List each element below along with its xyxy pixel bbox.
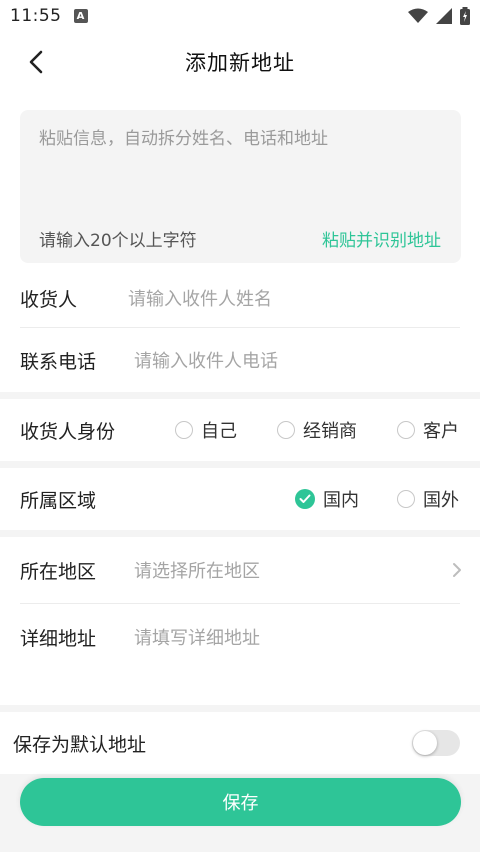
region-option-overseas[interactable]: 国外 — [397, 486, 459, 512]
identity-option-customer[interactable]: 客户 — [397, 417, 459, 443]
region-type-label: 所属区域 — [20, 489, 97, 512]
default-toggle[interactable] — [412, 730, 460, 756]
region-option-label: 国内 — [323, 490, 359, 511]
address-section: 所在地区 请选择所在地区 详细地址 请填写详细地址 — [0, 537, 480, 705]
phone-label: 联系电话 — [20, 350, 97, 373]
status-bar: 11:55 A — [0, 0, 480, 32]
default-row: 保存为默认地址 — [0, 712, 480, 774]
header: 添加新地址 — [0, 32, 480, 92]
detail-label: 详细地址 — [20, 627, 97, 650]
paste-section: 粘贴信息，自动拆分姓名、电话和地址 请输入20个以上字符 粘贴并识别地址 — [0, 92, 480, 270]
back-button[interactable] — [22, 48, 50, 76]
region-option-label: 国外 — [423, 490, 459, 511]
page-title: 添加新地址 — [185, 51, 295, 75]
area-picker[interactable]: 请选择所在地区 — [134, 557, 260, 583]
contact-section: 收货人 请输入收件人姓名 联系电话 请输入收件人电话 — [0, 270, 480, 392]
identity-option-self[interactable]: 自己 — [175, 417, 237, 443]
identity-label: 收货人身份 — [20, 420, 116, 443]
identity-section: 收货人身份 自己 经销商 客户 — [0, 399, 480, 461]
region-type-row: 所属区域 国内 国外 — [0, 468, 480, 530]
radio-unchecked-icon — [397, 490, 415, 508]
paste-hint: 请输入20个以上字符 — [39, 231, 197, 251]
battery-icon — [460, 7, 470, 25]
identity-row: 收货人身份 自己 经销商 客户 — [0, 399, 480, 461]
radio-checked-icon — [295, 489, 315, 509]
radio-unchecked-icon — [397, 421, 415, 439]
area-label: 所在地区 — [20, 560, 97, 583]
area-row[interactable]: 所在地区 请选择所在地区 — [0, 537, 480, 603]
save-button[interactable]: 保存 — [20, 778, 461, 826]
detail-row: 详细地址 请填写详细地址 — [0, 604, 480, 670]
region-option-domestic[interactable]: 国内 — [295, 486, 359, 512]
identity-option-label: 客户 — [423, 421, 459, 442]
region-type-section: 所属区域 国内 国外 — [0, 468, 480, 530]
wifi-icon — [408, 8, 428, 23]
consignee-row: 收货人 请输入收件人姓名 — [0, 270, 480, 326]
radio-unchecked-icon — [175, 421, 193, 439]
toggle-knob — [413, 731, 437, 755]
paste-textarea[interactable]: 粘贴信息，自动拆分姓名、电话和地址 请输入20个以上字符 粘贴并识别地址 — [20, 110, 461, 263]
default-section: 保存为默认地址 — [0, 712, 480, 774]
status-icons — [408, 7, 470, 25]
paste-placeholder: 粘贴信息，自动拆分姓名、电话和地址 — [39, 129, 328, 149]
phone-input[interactable]: 请输入收件人电话 — [134, 347, 278, 373]
status-time: 11:55 — [10, 6, 62, 26]
consignee-label: 收货人 — [20, 288, 78, 311]
check-icon — [299, 494, 311, 503]
identity-option-dealer[interactable]: 经销商 — [277, 417, 357, 443]
chevron-right-icon — [453, 563, 461, 577]
back-arrow-icon — [29, 50, 43, 74]
detail-input[interactable]: 请填写详细地址 — [134, 624, 260, 650]
paste-recognize-button[interactable]: 粘贴并识别地址 — [322, 226, 441, 251]
default-label: 保存为默认地址 — [13, 733, 147, 756]
phone-row: 联系电话 请输入收件人电话 — [0, 328, 480, 392]
signal-icon — [436, 8, 452, 24]
notification-icon: A — [73, 9, 88, 23]
radio-unchecked-icon — [277, 421, 295, 439]
identity-option-label: 自己 — [201, 421, 237, 442]
consignee-input[interactable]: 请输入收件人姓名 — [128, 285, 272, 311]
identity-option-label: 经销商 — [303, 421, 357, 442]
